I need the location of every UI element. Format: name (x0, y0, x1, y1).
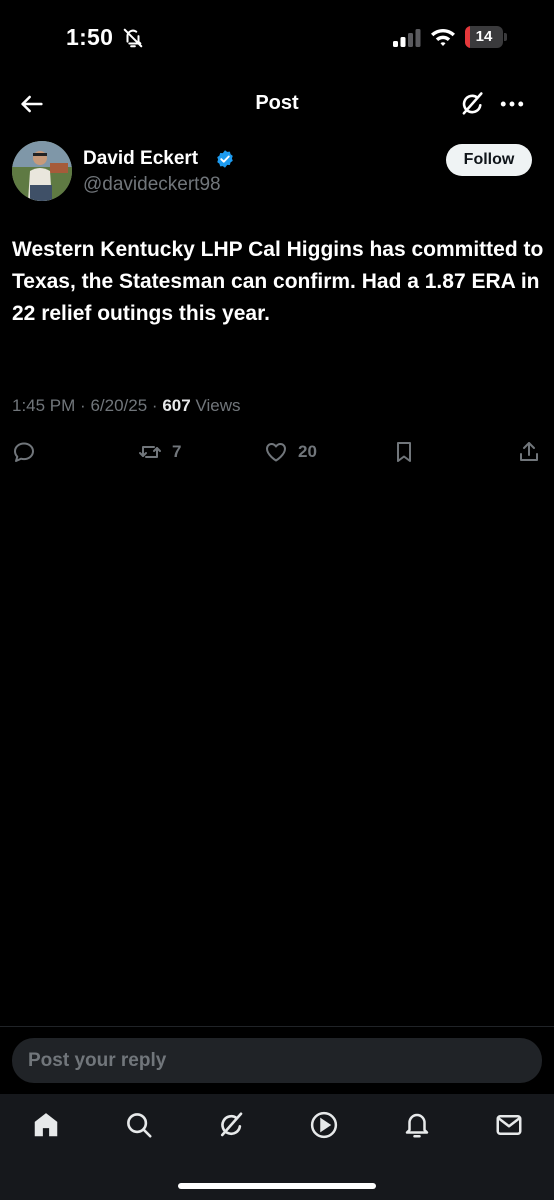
repost-icon (139, 446, 161, 458)
grok-icon[interactable] (216, 1110, 246, 1140)
meta-separator: · (80, 396, 86, 415)
bookmark-button[interactable] (392, 440, 416, 464)
bell-off-icon (123, 28, 143, 48)
status-bar: 1:50 14 (0, 0, 554, 76)
battery-body: 14 (465, 26, 503, 48)
reply-icon (14, 442, 34, 462)
share-button[interactable] (517, 440, 541, 464)
reply-divider (0, 1026, 554, 1027)
status-time: 1:50 (66, 24, 114, 50)
like-button[interactable]: 20 (264, 440, 317, 464)
repost-button[interactable]: 7 (138, 440, 181, 464)
more-icon[interactable] (498, 90, 526, 118)
bookmark-icon (397, 442, 411, 462)
reply-box (12, 1038, 542, 1083)
author-name[interactable]: David Eckert (83, 148, 198, 170)
post-header: Post (0, 76, 554, 132)
like-count: 20 (298, 442, 317, 461)
notifications-icon[interactable] (402, 1110, 432, 1140)
post-text: Western Kentucky LHP Cal Higgins has com… (12, 238, 544, 325)
reply-button[interactable] (12, 440, 36, 464)
grok-icon[interactable] (458, 90, 486, 118)
follow-button[interactable]: Follow (446, 144, 532, 176)
views-count: 607 (162, 396, 191, 415)
reply-input[interactable] (28, 1038, 518, 1083)
battery-level: 14 (475, 28, 493, 45)
post-time: 1:45 PM (12, 396, 76, 415)
wifi-icon (431, 29, 455, 46)
post-meta: 1:45 PM · 6/20/25 · 607 Views (12, 396, 240, 416)
signal-icon (393, 29, 421, 47)
repost-count: 7 (172, 442, 182, 461)
like-icon (266, 443, 286, 462)
avatar[interactable] (12, 141, 72, 201)
battery-icon: 14 (465, 26, 507, 48)
post-date: 6/20/25 (90, 396, 148, 415)
video-icon[interactable] (309, 1110, 339, 1140)
share-icon (520, 442, 538, 461)
meta-separator: · (151, 396, 158, 415)
search-icon[interactable] (124, 1110, 154, 1140)
post-detail-screen: 1:50 14 Post David Eckert @davideckert98… (0, 0, 554, 1200)
author-handle[interactable]: @davideckert98 (83, 174, 221, 196)
battery-nub (504, 33, 507, 41)
verified-badge-icon (217, 150, 233, 168)
home-icon[interactable] (31, 1110, 61, 1140)
home-indicator[interactable] (178, 1183, 376, 1189)
views-label: Views (195, 396, 241, 415)
messages-icon[interactable] (494, 1110, 524, 1140)
